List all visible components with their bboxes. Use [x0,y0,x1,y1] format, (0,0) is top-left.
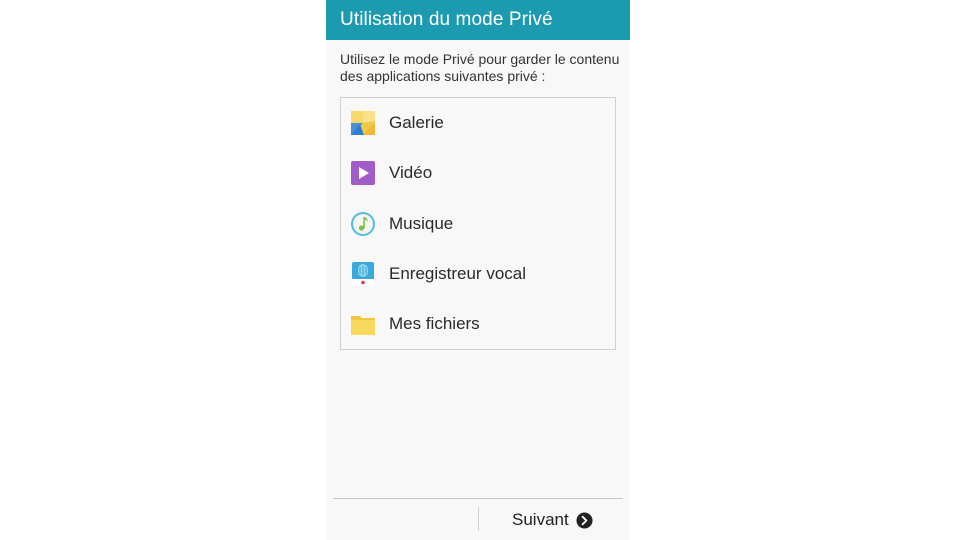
app-list: Galerie Vidéo Musique Enregistreur vocal… [340,97,616,350]
next-button[interactable]: Suivant [512,508,593,532]
app-label-music: Musique [389,214,454,233]
app-item-my-files[interactable]: Mes fichiers [341,299,615,349]
app-item-gallery[interactable]: Galerie [341,98,615,148]
gallery-icon [351,111,375,135]
app-item-video[interactable]: Vidéo [341,148,615,198]
app-label-voice-recorder: Enregistreur vocal [389,264,527,283]
app-label-gallery: Galerie [389,113,444,132]
video-icon [351,161,375,185]
folder-icon [351,316,375,335]
footer-separator [478,507,479,531]
chevron-right-circle-icon [576,511,593,529]
title-bar: Utilisation du mode Privé [326,0,630,40]
page-title: Utilisation du mode Privé [340,9,553,30]
app-item-music[interactable]: Musique [341,199,615,249]
music-icon [351,212,375,236]
footer-divider [333,498,623,499]
description-text: Utilisez le mode Privé pour garder le co… [340,51,620,84]
voice-recorder-icon [352,262,374,286]
private-mode-screen: Utilisation du mode Privé Utilisez le mo… [326,0,630,540]
app-label-my-files: Mes fichiers [389,314,480,333]
next-button-label: Suivant [512,510,569,529]
app-item-voice-recorder[interactable]: Enregistreur vocal [341,249,615,299]
app-label-video: Vidéo [389,163,433,182]
